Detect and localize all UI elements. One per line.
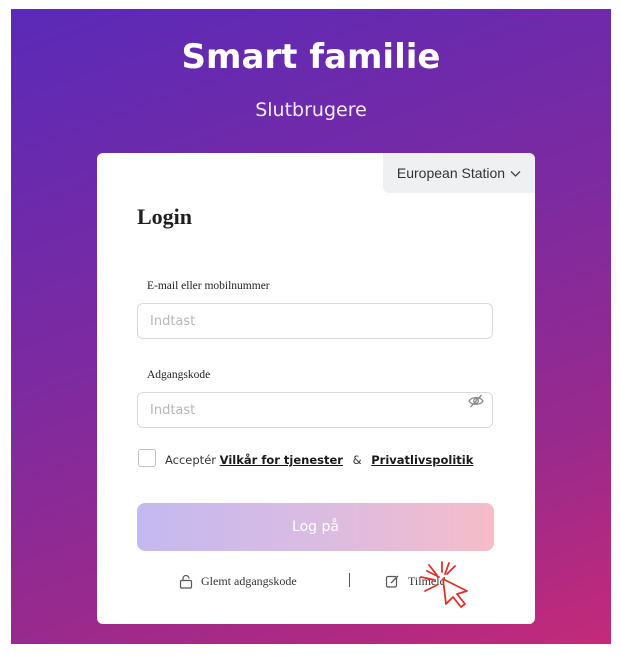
forgot-password-label: Glemt adgangskode xyxy=(201,574,297,588)
privacy-policy-link[interactable]: Privatlivspolitik xyxy=(371,453,473,467)
terms-text: Acceptér Vilkår for tjenester & Privatli… xyxy=(165,453,473,467)
app-subtitle: Slutbrugere xyxy=(255,99,367,121)
chevron-down-icon xyxy=(510,165,521,181)
terms-checkbox[interactable] xyxy=(138,449,156,467)
login-button[interactable]: Log på xyxy=(137,503,494,551)
terms-and: & xyxy=(352,453,362,467)
link-separator xyxy=(349,573,350,587)
station-label: European Station xyxy=(396,165,506,181)
accept-label: Acceptér xyxy=(165,453,216,467)
page-background: Smart familie Slutbrugere European Stati… xyxy=(11,9,611,644)
station-selector[interactable]: European Station xyxy=(383,153,535,193)
app-title: Smart familie xyxy=(181,37,441,77)
click-cursor-icon xyxy=(415,561,475,616)
login-card: European Station Login E-mail eller mobi… xyxy=(97,153,535,624)
email-input[interactable] xyxy=(137,303,493,339)
edit-icon xyxy=(385,575,399,588)
password-input[interactable] xyxy=(137,392,493,428)
service-terms-link[interactable]: Vilkår for tjenester xyxy=(220,453,343,467)
forgot-password-link[interactable]: Glemt adgangskode xyxy=(179,574,297,589)
eye-off-icon[interactable] xyxy=(467,392,485,410)
login-heading: Login xyxy=(137,204,193,229)
lock-icon xyxy=(179,574,193,589)
password-label: Adgangskode xyxy=(147,369,211,381)
email-label: E-mail eller mobilnummer xyxy=(147,280,270,292)
